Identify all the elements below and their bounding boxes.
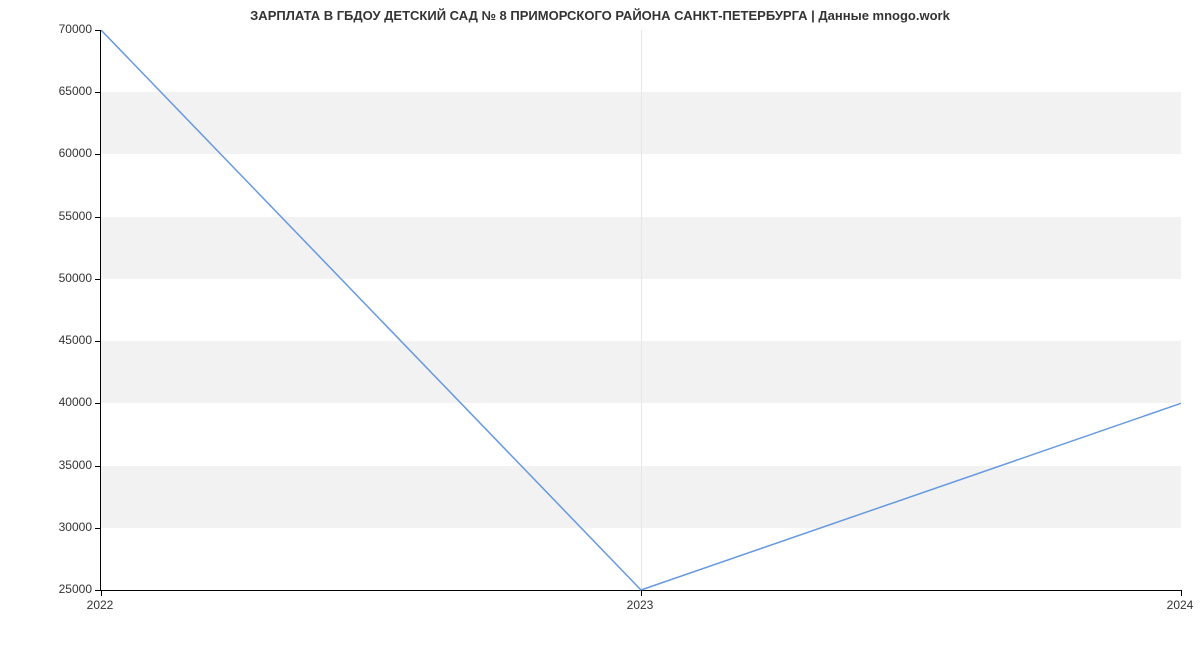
y-tick [95,217,101,218]
y-axis-label: 50000 [59,271,92,285]
y-tick [95,403,101,404]
x-axis-label: 2024 [1160,598,1200,612]
y-axis-label: 40000 [59,395,92,409]
line-layer [101,30,1181,590]
x-tick [101,590,102,596]
data-line [101,30,1181,590]
plot-area [100,30,1181,591]
y-axis-label: 25000 [59,582,92,596]
y-axis-label: 65000 [59,84,92,98]
y-tick [95,154,101,155]
y-axis-label: 45000 [59,333,92,347]
x-tick [1181,590,1182,596]
y-axis-label: 35000 [59,458,92,472]
chart-title: ЗАРПЛАТА В ГБДОУ ДЕТСКИЙ САД № 8 ПРИМОРС… [0,8,1200,23]
x-axis-label: 2023 [620,598,660,612]
y-tick [95,279,101,280]
x-axis-label: 2022 [80,598,120,612]
y-tick [95,92,101,93]
y-tick [95,30,101,31]
y-tick [95,466,101,467]
y-axis-label: 70000 [59,22,92,36]
chart-container: ЗАРПЛАТА В ГБДОУ ДЕТСКИЙ САД № 8 ПРИМОРС… [0,0,1200,650]
y-axis-label: 30000 [59,520,92,534]
y-axis-label: 60000 [59,146,92,160]
y-tick [95,341,101,342]
x-tick [641,590,642,596]
y-axis-label: 55000 [59,209,92,223]
y-tick [95,528,101,529]
